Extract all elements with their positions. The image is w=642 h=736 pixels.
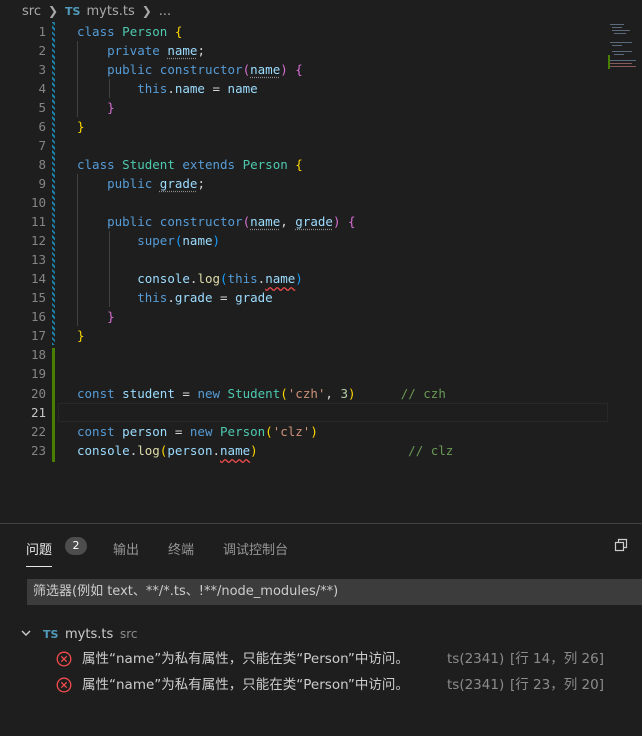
line-number: 16 <box>30 309 46 324</box>
problem-file-group[interactable]: TS myts.ts src <box>0 623 642 645</box>
problem-position: [行 14，列 26] <box>510 651 604 667</box>
panel-tabs: 问题 2 输出 终端 调试控制台 <box>0 524 642 570</box>
code-line: const student = new Student('czh', 3) //… <box>77 386 446 401</box>
chevron-right-icon: ❯ <box>47 4 59 18</box>
line-number: 12 <box>30 233 46 248</box>
chevron-right-icon: ❯ <box>141 4 152 18</box>
minimap[interactable] <box>606 22 642 82</box>
code-line: class Person { <box>77 24 183 39</box>
line-number: 21 <box>30 405 46 420</box>
line-number: 22 <box>30 424 46 439</box>
problem-file-name: myts.ts <box>65 626 114 642</box>
line-number: 19 <box>30 366 46 381</box>
breadcrumb: src ❯ TS myts.ts ❯ ... <box>0 0 642 22</box>
code-line: public constructor(name, grade) { <box>107 214 356 229</box>
typescript-file-icon: TS <box>65 4 81 18</box>
tab-terminal[interactable]: 终端 <box>168 539 194 558</box>
line-number: 23 <box>30 443 46 458</box>
code-line: public grade; <box>107 176 205 191</box>
problem-message: 属性“name”为私有属性，只能在类“Person”中访问。 <box>82 651 409 667</box>
code-line: const person = new Person('clz') <box>77 424 318 439</box>
problem-position: [行 23，列 20] <box>510 677 604 693</box>
line-number: 3 <box>38 62 46 77</box>
code-line: public constructor(name) { <box>107 62 303 77</box>
code-line: } <box>77 328 85 343</box>
tab-debug-console[interactable]: 调试控制台 <box>223 539 288 558</box>
code-line: } <box>107 309 115 324</box>
problem-file-dir: src <box>120 627 138 641</box>
problem-message: 属性“name”为私有属性，只能在类“Person”中访问。 <box>82 677 409 693</box>
error-squiggle: name <box>220 443 251 458</box>
error-icon <box>56 677 72 693</box>
bottom-panel: 问题 2 输出 终端 调试控制台 筛选器(例如 text、**/*.ts、!**… <box>0 523 642 736</box>
tab-output[interactable]: 输出 <box>113 539 139 558</box>
line-number: 10 <box>30 195 46 210</box>
breadcrumb-file[interactable]: myts.ts <box>86 4 134 19</box>
code-line: super(name) <box>137 233 221 248</box>
breadcrumb-more[interactable]: ... <box>159 4 171 19</box>
line-number: 1 <box>38 24 46 39</box>
problem-item[interactable]: 属性“name”为私有属性，只能在类“Person”中访问。 ts(2341) … <box>0 674 642 696</box>
line-number: 20 <box>30 386 46 401</box>
chevron-down-icon[interactable] <box>20 627 32 639</box>
breadcrumb-folder[interactable]: src <box>22 4 41 19</box>
tab-problems[interactable]: 问题 <box>26 539 53 567</box>
line-number: 18 <box>30 347 46 362</box>
problem-item[interactable]: 属性“name”为私有属性，只能在类“Person”中访问。 ts(2341) … <box>0 648 642 670</box>
typescript-file-icon: TS <box>43 627 59 641</box>
line-number: 13 <box>30 252 46 267</box>
code-line: this.name = name <box>137 81 258 96</box>
line-number: 15 <box>30 290 46 305</box>
line-number: 9 <box>38 176 46 191</box>
line-number: 8 <box>38 157 46 172</box>
line-number: 6 <box>38 119 46 134</box>
line-number: 7 <box>38 138 46 153</box>
code-line: console.log(person.name) // clz <box>77 443 454 458</box>
line-number: 11 <box>30 214 46 229</box>
code-line: } <box>77 119 85 134</box>
line-number: 2 <box>38 43 46 58</box>
code-line: console.log(this.name) <box>137 271 303 286</box>
problem-source: ts(2341) <box>447 651 505 667</box>
error-icon <box>56 651 72 667</box>
error-squiggle: name <box>265 271 296 286</box>
line-number: 14 <box>30 271 46 286</box>
code-line: private name; <box>107 43 205 58</box>
restore-panel-icon[interactable] <box>614 538 628 552</box>
code-editor[interactable]: 1 class Person { 2 private name; 3 public… <box>0 22 642 522</box>
line-number: 17 <box>30 328 46 343</box>
code-line: class Student extends Person { <box>77 157 303 172</box>
line-number: 4 <box>38 81 46 96</box>
problems-filter-input[interactable]: 筛选器(例如 text、**/*.ts、!**/node_modules/**) <box>27 579 642 605</box>
line-number: 5 <box>38 100 46 115</box>
code-line: } <box>107 100 115 115</box>
code-line: this.grade = grade <box>137 290 273 305</box>
problem-count-badge: 2 <box>65 537 87 555</box>
problem-source: ts(2341) <box>447 677 505 693</box>
